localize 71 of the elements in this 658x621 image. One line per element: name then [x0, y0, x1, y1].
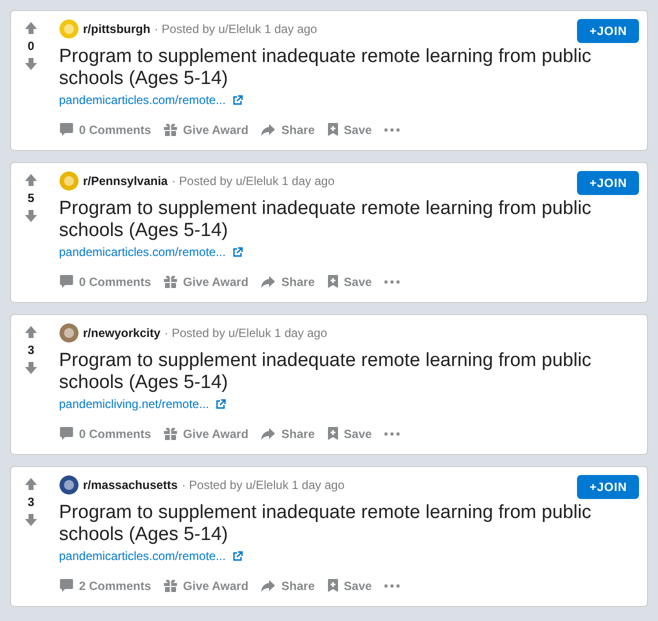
- share-icon: [260, 122, 276, 136]
- vote-score: 5: [28, 191, 34, 205]
- more-icon[interactable]: [384, 128, 400, 132]
- gift-icon: [163, 578, 178, 593]
- downvote-icon[interactable]: [24, 361, 38, 375]
- share-button[interactable]: Share: [260, 122, 315, 136]
- post-link[interactable]: pandemicarticles.com/remote...: [59, 93, 226, 107]
- share-icon: [260, 426, 276, 440]
- more-icon[interactable]: [384, 584, 400, 588]
- give-award-button[interactable]: Give Award: [163, 578, 248, 593]
- join-button[interactable]: +JOIN: [577, 171, 639, 195]
- join-button[interactable]: +JOIN: [577, 19, 639, 43]
- share-button[interactable]: Share: [260, 274, 315, 288]
- upvote-icon[interactable]: [24, 173, 38, 187]
- subreddit-name[interactable]: r/Pennsylvania: [83, 174, 168, 188]
- post-link[interactable]: pandemicliving.net/remote...: [59, 397, 210, 411]
- subreddit-name[interactable]: r/newyorkcity: [83, 326, 160, 340]
- join-button[interactable]: +JOIN: [577, 475, 639, 499]
- more-icon[interactable]: [384, 432, 400, 436]
- share-icon: [260, 274, 276, 288]
- post-title[interactable]: Program to supplement inadequate remote learning from public schools (Ages 5-14): [59, 502, 634, 546]
- give-award-button[interactable]: Give Award: [163, 122, 248, 137]
- upvote-icon[interactable]: [24, 21, 38, 35]
- give-award-button[interactable]: Give Award: [163, 426, 248, 441]
- bookmark-icon: [326, 274, 339, 289]
- post-link[interactable]: pandemicarticles.com/remote...: [59, 245, 226, 259]
- save-button[interactable]: Save: [326, 578, 372, 593]
- downvote-icon[interactable]: [24, 513, 38, 527]
- post-byline: · Posted by u/Eleluk 1 day ago: [182, 478, 344, 492]
- downvote-icon[interactable]: [24, 57, 38, 71]
- gift-icon: [163, 426, 178, 441]
- comment-icon: [59, 426, 74, 441]
- more-icon[interactable]: [384, 280, 400, 284]
- save-button[interactable]: Save: [326, 274, 372, 289]
- bookmark-icon: [326, 426, 339, 441]
- comments-button[interactable]: 0 Comments: [59, 426, 152, 441]
- subreddit-name[interactable]: r/massachusetts: [83, 478, 178, 492]
- comments-button[interactable]: 0 Comments: [59, 122, 152, 137]
- comments-button[interactable]: 2 Comments: [59, 578, 152, 593]
- post-title[interactable]: Program to supplement inadequate remote learning from public schools (Ages 5-14): [59, 350, 634, 394]
- post-byline: · Posted by u/Eleluk 1 day ago: [172, 174, 334, 188]
- post-title[interactable]: Program to supplement inadequate remote learning from public schools (Ages 5-14): [59, 198, 634, 242]
- comment-icon: [59, 274, 74, 289]
- gift-icon: [163, 274, 178, 289]
- downvote-icon[interactable]: [24, 209, 38, 223]
- post-byline: · Posted by u/Eleluk 1 day ago: [164, 326, 328, 340]
- save-button[interactable]: Save: [326, 122, 372, 137]
- share-button[interactable]: Share: [260, 578, 315, 592]
- external-link-icon: [232, 550, 243, 562]
- vote-score: 3: [28, 343, 34, 357]
- give-award-button[interactable]: Give Award: [163, 274, 248, 289]
- post-link[interactable]: pandemicarticles.com/remote...: [59, 549, 226, 563]
- comment-icon: [59, 122, 74, 137]
- post-title[interactable]: Program to supplement inadequate remote learning from public schools (Ages 5-14): [59, 46, 634, 90]
- post-byline: · Posted by u/Eleluk 1 day ago: [154, 22, 318, 36]
- bookmark-icon: [326, 122, 339, 137]
- subreddit-name[interactable]: r/pittsburgh: [83, 22, 150, 36]
- upvote-icon[interactable]: [24, 477, 38, 491]
- share-icon: [260, 578, 276, 592]
- upvote-icon[interactable]: [24, 325, 38, 339]
- save-button[interactable]: Save: [326, 426, 372, 441]
- external-link-icon: [232, 94, 243, 106]
- comments-button[interactable]: 0 Comments: [59, 274, 152, 289]
- comment-icon: [59, 578, 74, 593]
- gift-icon: [163, 122, 178, 137]
- external-link-icon: [232, 246, 243, 258]
- external-link-icon: [215, 398, 226, 410]
- bookmark-icon: [326, 578, 339, 593]
- vote-score: 0: [28, 39, 34, 53]
- vote-score: 3: [28, 495, 34, 509]
- share-button[interactable]: Share: [260, 426, 315, 440]
